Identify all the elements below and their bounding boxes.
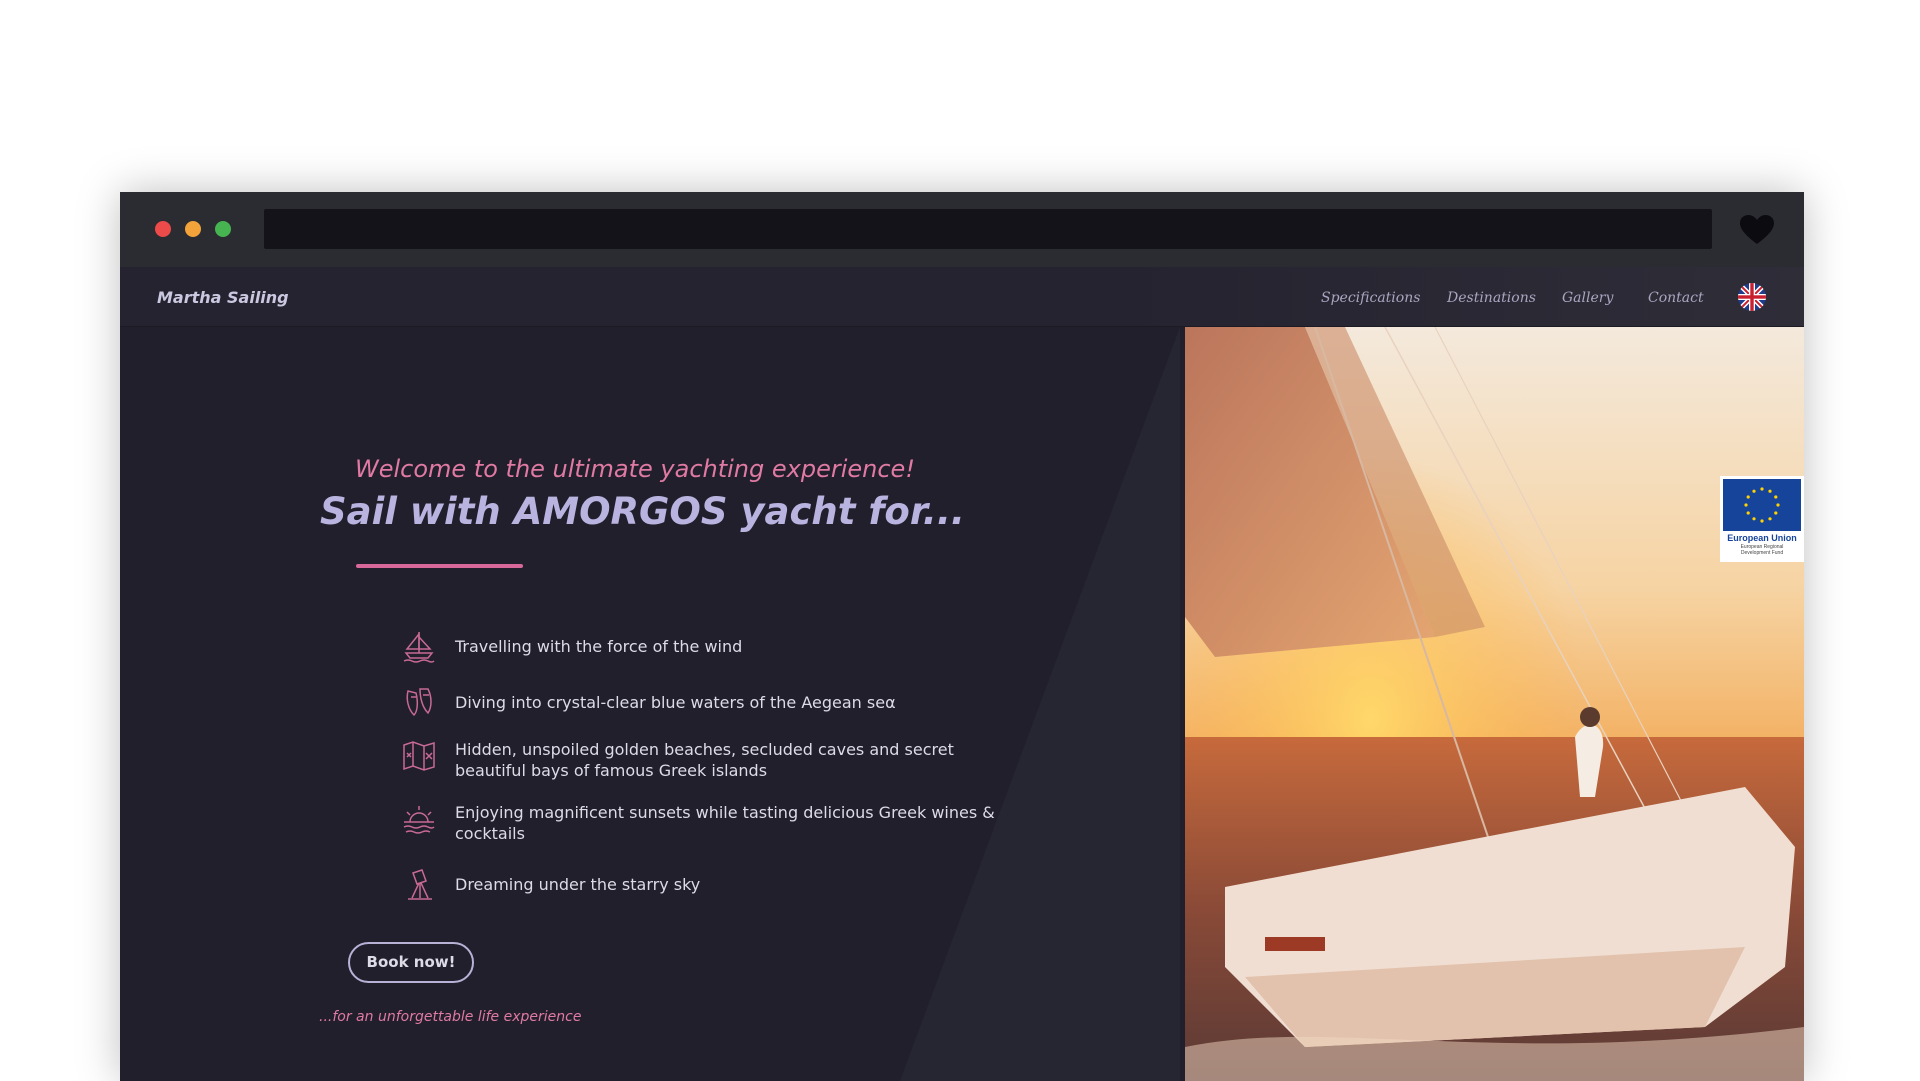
browser-window: Martha Sailing Specifications Destinatio… xyxy=(120,192,1804,1081)
uk-flag-icon[interactable] xyxy=(1738,283,1766,311)
hero-tagline: ...for an unforgettable life experience xyxy=(319,1009,582,1025)
book-now-button[interactable]: Book now! xyxy=(348,942,474,983)
eu-badge-title: European Union xyxy=(1727,533,1797,543)
maximize-window-button[interactable] xyxy=(215,221,231,237)
headline-divider xyxy=(356,564,523,568)
sunset-icon xyxy=(403,806,435,834)
eu-flag-icon xyxy=(1723,479,1801,531)
welcome-subtitle: Welcome to the ultimate yachting experie… xyxy=(355,455,915,483)
eu-funding-badge[interactable]: European Union European Regional Develop… xyxy=(1720,476,1804,562)
minimize-window-button[interactable] xyxy=(185,221,201,237)
map-icon xyxy=(403,741,435,771)
nav-specifications[interactable]: Specifications xyxy=(1321,290,1420,306)
close-window-button[interactable] xyxy=(155,221,171,237)
address-bar[interactable] xyxy=(264,209,1712,249)
feature-text: Travelling with the force of the wind xyxy=(455,637,743,656)
sailing-yacht-photo xyxy=(1185,327,1804,1081)
heart-icon[interactable] xyxy=(1739,214,1775,246)
hero-headline: Sail with AMORGOS yacht for... xyxy=(320,490,965,533)
hero-section: Welcome to the ultimate yachting experie… xyxy=(120,327,1804,1081)
eu-badge-subtitle: European Regional Development Fund xyxy=(1740,544,1784,556)
nav-gallery[interactable]: Gallery xyxy=(1562,290,1613,306)
sailboat-icon xyxy=(403,631,435,663)
feature-text: Enjoying magnificent sunsets while tasti… xyxy=(455,803,995,843)
brand-logo[interactable]: Martha Sailing xyxy=(157,288,289,307)
browser-chrome xyxy=(120,192,1804,267)
feature-text: Diving into crystal-clear blue waters of… xyxy=(455,693,896,712)
site-navbar: Martha Sailing Specifications Destinatio… xyxy=(120,267,1804,327)
feature-text: Dreaming under the starry sky xyxy=(455,875,701,894)
telescope-icon xyxy=(408,869,432,900)
nav-destinations[interactable]: Destinations xyxy=(1447,290,1536,306)
nav-contact[interactable]: Contact xyxy=(1648,290,1704,306)
feature-text: Hidden, unspoiled golden beaches, seclud… xyxy=(455,740,954,780)
diving-fins-icon xyxy=(406,688,432,717)
